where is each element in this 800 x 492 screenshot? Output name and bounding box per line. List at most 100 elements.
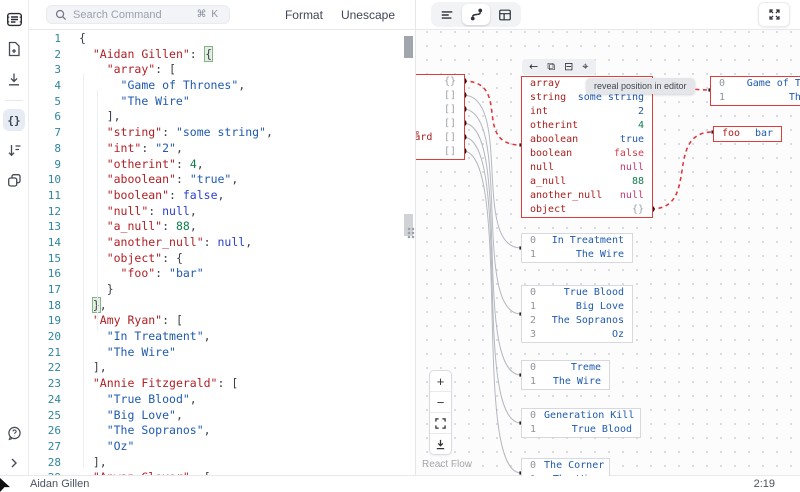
line-number: 12 (28, 204, 70, 220)
line-number: 28 (28, 455, 70, 471)
graph-view-button[interactable] (462, 4, 490, 25)
line-number: 11 (28, 188, 70, 204)
code-line[interactable]: 19 "Amy Ryan": [ (28, 313, 415, 329)
scrollbar-thumb[interactable] (404, 36, 413, 58)
code-line[interactable]: 27 "Oz" (28, 439, 415, 455)
code-text: "a_null": 88, (70, 219, 197, 235)
search-command-input[interactable]: Search Command ⌘ K (46, 5, 230, 24)
code-line[interactable]: 11 "boolean": false, (28, 188, 415, 204)
code-line[interactable]: 13 "a_null": 88, (28, 219, 415, 235)
line-number: 13 (28, 219, 70, 235)
code-text: }, (70, 298, 107, 314)
line-number: 23 (28, 376, 70, 392)
fit-view-button[interactable] (430, 413, 451, 434)
help-button[interactable] (3, 422, 25, 444)
code-line[interactable]: 22 ], (28, 360, 415, 376)
code-line[interactable]: 8 "int": "2", (28, 141, 415, 157)
react-flow-attribution: React Flow (422, 459, 472, 470)
node-row: otherint4 (522, 119, 652, 133)
unescape-button[interactable]: Unescape (341, 8, 395, 22)
node-row: nullnull (522, 161, 652, 175)
zoom-out-button[interactable]: − (430, 392, 451, 413)
line-number: 22 (28, 360, 70, 376)
code-text: "True Blood", (70, 392, 197, 408)
panel-splitter-handle[interactable] (407, 227, 415, 239)
code-line[interactable]: 5 "The Wire" (28, 94, 415, 110)
duplicate-button[interactable] (3, 169, 25, 191)
node-row: 1The Wire (522, 248, 632, 262)
code-line[interactable]: 24 "True Blood", (28, 392, 415, 408)
app-logo-icon[interactable] (3, 8, 25, 30)
code-line[interactable]: 3 "array": [ (28, 62, 415, 78)
code-line[interactable]: 14 "another_null": null, (28, 235, 415, 251)
code-line[interactable]: 28 ], (28, 455, 415, 471)
node-row: Annie Fitzgerald[] (416, 103, 464, 117)
node-row: 1Big Love (522, 300, 632, 314)
line-number: 9 (28, 157, 70, 173)
code-line[interactable]: 17 } (28, 282, 415, 298)
tree-view-button[interactable] (433, 4, 461, 25)
code-text: "string": "some string", (70, 125, 273, 141)
code-line[interactable]: 16 "foo": "bar" (28, 266, 415, 282)
code-text: "The Wire" (70, 94, 190, 110)
code-line[interactable]: 10 "aboolean": "true", (28, 172, 415, 188)
aidan-gillen-object-node[interactable]: array[]stringsome stringint2otherint4abo… (521, 76, 653, 218)
foo-bar-object-node[interactable]: foobar (713, 126, 782, 142)
collapse-sidebar-button[interactable] (3, 452, 25, 474)
collapse-node-icon[interactable]: ⊟ (564, 59, 573, 75)
line-number: 5 (28, 94, 70, 110)
node-row: int2 (522, 105, 652, 119)
line-number: 17 (28, 282, 70, 298)
root-object-node[interactable]: Aidan Gillen{}Amy Ryan[]Annie Fitzgerald… (416, 74, 465, 160)
code-line[interactable]: 18 }, (28, 298, 415, 314)
json-editor-view-button[interactable]: {} (3, 109, 25, 131)
code-line[interactable]: 21 "The Wire" (28, 345, 415, 361)
new-file-button[interactable] (3, 38, 25, 60)
line-number: 2 (28, 47, 70, 63)
node-row: foobar (714, 127, 781, 141)
code-line[interactable]: 1{ (28, 31, 415, 47)
download-button[interactable] (3, 68, 25, 90)
sort-button[interactable] (3, 139, 25, 161)
zoom-in-button[interactable]: + (430, 371, 451, 392)
status-bar: Aidan Gillen 2:19 (0, 475, 800, 492)
code-text: "int": "2", (70, 141, 183, 157)
code-line[interactable]: 6 ], (28, 109, 415, 125)
format-button[interactable]: Format (285, 8, 323, 22)
code-text: "Big Love", (70, 408, 183, 424)
save-view-button[interactable] (430, 434, 451, 454)
code-line[interactable]: 4 "Game of Thrones", (28, 78, 415, 94)
code-text: "object": { (70, 251, 183, 267)
editor-scrollbar[interactable] (403, 30, 414, 476)
left-sidebar: {} (0, 0, 29, 476)
amy-ryan-array-node[interactable]: 0In Treatment1The Wire (521, 233, 633, 263)
node-row: 0True Blood (522, 286, 632, 300)
code-line[interactable]: 2 "Aidan Gillen": { (28, 47, 415, 63)
editor-body[interactable]: 1{2 "Aidan Gillen": {3 "array": [4 "Game… (28, 30, 415, 476)
alexander-skarsgard-array-node[interactable]: 0Generation Kill1True Blood (521, 408, 641, 438)
line-number: 1 (28, 31, 70, 47)
code-line[interactable]: 7 "string": "some string", (28, 125, 415, 141)
fullscreen-button[interactable] (758, 2, 790, 27)
code-text: ], (70, 455, 107, 471)
table-view-button[interactable] (491, 4, 519, 25)
code-line[interactable]: 20 "In Treatment", (28, 329, 415, 345)
alice-farmer-array-node[interactable]: 0The Corner1The Wire (521, 458, 610, 476)
graph-canvas[interactable]: Aidan Gillen{}Amy Ryan[]Annie Fitzgerald… (416, 30, 800, 476)
back-icon[interactable]: ← (529, 59, 538, 75)
node-row: Anwan Glover[] (416, 117, 464, 131)
code-line[interactable]: 12 "null": null, (28, 204, 415, 220)
sidebar-divider (5, 100, 23, 101)
code-line[interactable]: 15 "object": { (28, 251, 415, 267)
game-of-thrones-array-node[interactable]: 0Game of Thrones1The Wire (710, 76, 800, 106)
focus-node-icon[interactable]: ⌖ (582, 59, 588, 75)
copy-icon[interactable]: ⧉ (547, 59, 555, 75)
code-line[interactable]: 25 "Big Love", (28, 408, 415, 424)
code-line[interactable]: 26 "The Sopranos", (28, 423, 415, 439)
app-window: {} (0, 0, 800, 492)
braces-icon: {} (7, 114, 20, 127)
anwan-glover-array-node[interactable]: 0Treme1The Wire (521, 360, 610, 390)
code-line[interactable]: 9 "otherint": 4, (28, 157, 415, 173)
annie-fitzgerald-array-node[interactable]: 0True Blood1Big Love2The Sopranos3Oz (521, 285, 633, 343)
code-line[interactable]: 23 "Annie Fitzgerald": [ (28, 376, 415, 392)
